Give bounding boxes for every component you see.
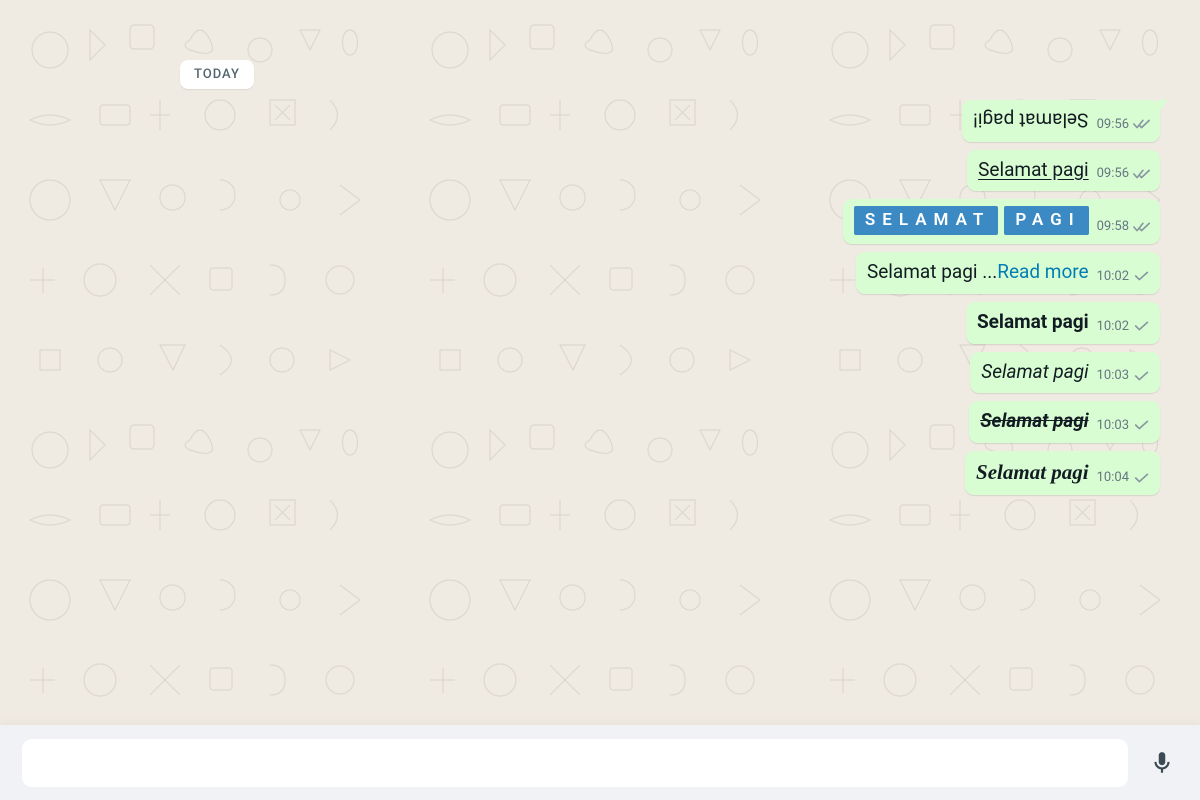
message-bubble[interactable]: Selamat pagi 10:02: [966, 302, 1160, 344]
message-meta: 09:56: [1097, 117, 1151, 133]
message-text: Selamat pagi!: [973, 107, 1088, 133]
date-badge: TODAY: [180, 60, 254, 89]
check-icon: [1133, 471, 1151, 485]
microphone-icon: [1149, 750, 1175, 776]
message-time: 09:58: [1097, 219, 1129, 234]
message-bubble[interactable]: Selamat pagi 10:03: [969, 401, 1160, 443]
message-text: Selamat pagi: [980, 408, 1088, 434]
message-text: Selamat pagi: [976, 458, 1089, 486]
message-bubble[interactable]: SELAMAT PAGI 09:58: [843, 199, 1160, 244]
message-meta: 10:02: [1097, 269, 1151, 285]
messages-column: Selamat pagi! 09:56 Selamat pagi 09:56 S…: [843, 100, 1160, 495]
message-time: 10:03: [1097, 368, 1129, 383]
input-bar: [0, 725, 1200, 800]
message-bubble[interactable]: Selamat pagi 09:56: [967, 150, 1160, 192]
message-time: 10:02: [1097, 269, 1129, 284]
message-meta: 10:04: [1097, 470, 1151, 486]
message-input[interactable]: [22, 739, 1128, 787]
message-bubble[interactable]: Selamat pagi! 09:56: [962, 100, 1160, 142]
message-text: Selamat pagi: [977, 309, 1089, 335]
check-icon: [1133, 319, 1151, 333]
microphone-button[interactable]: [1146, 747, 1178, 779]
message-meta: 10:03: [1097, 368, 1151, 384]
message-meta: 09:58: [1097, 219, 1151, 235]
message-time: 10:03: [1097, 418, 1129, 433]
message-text: SELAMAT PAGI: [854, 206, 1089, 235]
check-icon: [1133, 369, 1151, 383]
double-check-icon: [1133, 117, 1151, 131]
message-time: 10:02: [1097, 319, 1129, 334]
message-time: 10:04: [1097, 470, 1129, 485]
message-meta: 10:03: [1097, 418, 1151, 434]
message-bubble[interactable]: Selamat pagi 10:03: [970, 352, 1160, 394]
check-icon: [1133, 418, 1151, 432]
message-text: Selamat pagi ...Read more: [867, 259, 1089, 285]
chat-area: TODAY Selamat pagi! 09:56 Selamat pagi 0…: [0, 0, 1200, 725]
message-time: 09:56: [1097, 117, 1129, 132]
check-icon: [1133, 269, 1151, 283]
message-bubble[interactable]: Selamat pagi 10:04: [965, 451, 1160, 495]
message-text: Selamat pagi: [978, 157, 1089, 183]
message-text: Selamat pagi: [981, 359, 1088, 385]
message-meta: 09:56: [1097, 166, 1151, 182]
read-more-link[interactable]: Read more: [997, 260, 1088, 283]
message-bubble[interactable]: Selamat pagi ...Read more 10:02: [856, 252, 1160, 294]
message-meta: 10:02: [1097, 319, 1151, 335]
message-time: 09:56: [1097, 166, 1129, 181]
double-check-icon: [1133, 167, 1151, 181]
double-check-icon: [1133, 220, 1151, 234]
